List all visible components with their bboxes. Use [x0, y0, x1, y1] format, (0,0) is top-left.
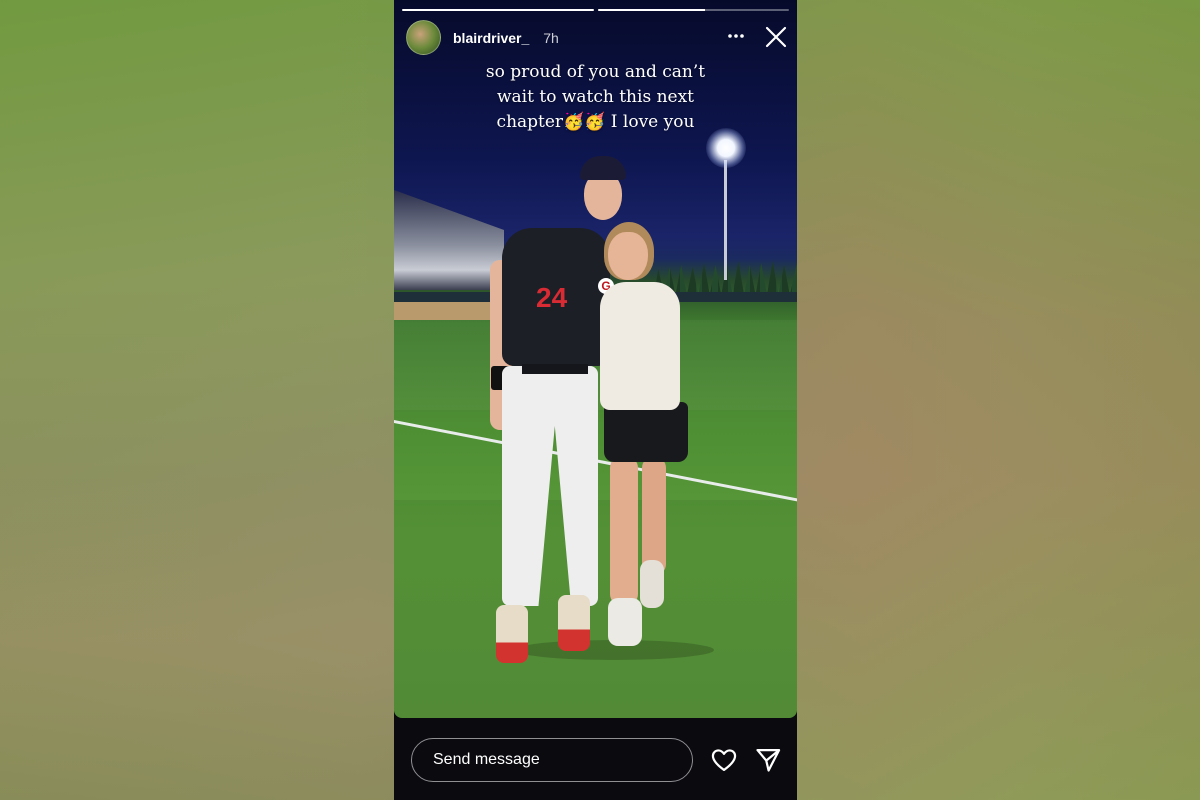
- avatar[interactable]: [406, 20, 441, 55]
- player-cap: [580, 156, 626, 180]
- story-caption: so proud of you and can’t wait to watch …: [485, 62, 706, 132]
- woman-head: [608, 232, 648, 280]
- timestamp: 7h: [543, 29, 559, 46]
- story-header: blairdriver_ 7h: [406, 20, 559, 55]
- more-options-icon[interactable]: [726, 26, 746, 46]
- close-icon[interactable]: [764, 25, 788, 49]
- woman-skirt: [604, 402, 688, 462]
- jersey-number: 24: [536, 282, 568, 313]
- story-viewer: 24 G blairdriver_ 7h so proud of you and…: [394, 0, 797, 800]
- woman-sneaker: [608, 598, 642, 646]
- woman: [592, 220, 692, 660]
- progress-segment: [402, 9, 594, 11]
- progress-fill: [597, 9, 705, 11]
- heart-icon[interactable]: [710, 746, 738, 774]
- send-icon[interactable]: [754, 746, 782, 774]
- progress-segment: [597, 9, 789, 11]
- blurred-backdrop-right: [797, 0, 1200, 800]
- player-cleat: [496, 605, 528, 663]
- light-pole: [724, 160, 727, 280]
- player-cleat: [558, 595, 590, 651]
- blurred-backdrop-left: [0, 0, 394, 800]
- woman-leg: [610, 456, 638, 606]
- woman-sneaker: [640, 560, 664, 608]
- woman-top: [600, 282, 680, 410]
- woman-leg: [642, 456, 666, 576]
- username[interactable]: blairdriver_: [453, 30, 529, 46]
- player-pants: [502, 366, 598, 606]
- player-belt: [522, 364, 588, 374]
- send-message-input[interactable]: Send message: [411, 738, 693, 782]
- progress-fill: [402, 9, 594, 11]
- story-progress-bar: [402, 9, 789, 11]
